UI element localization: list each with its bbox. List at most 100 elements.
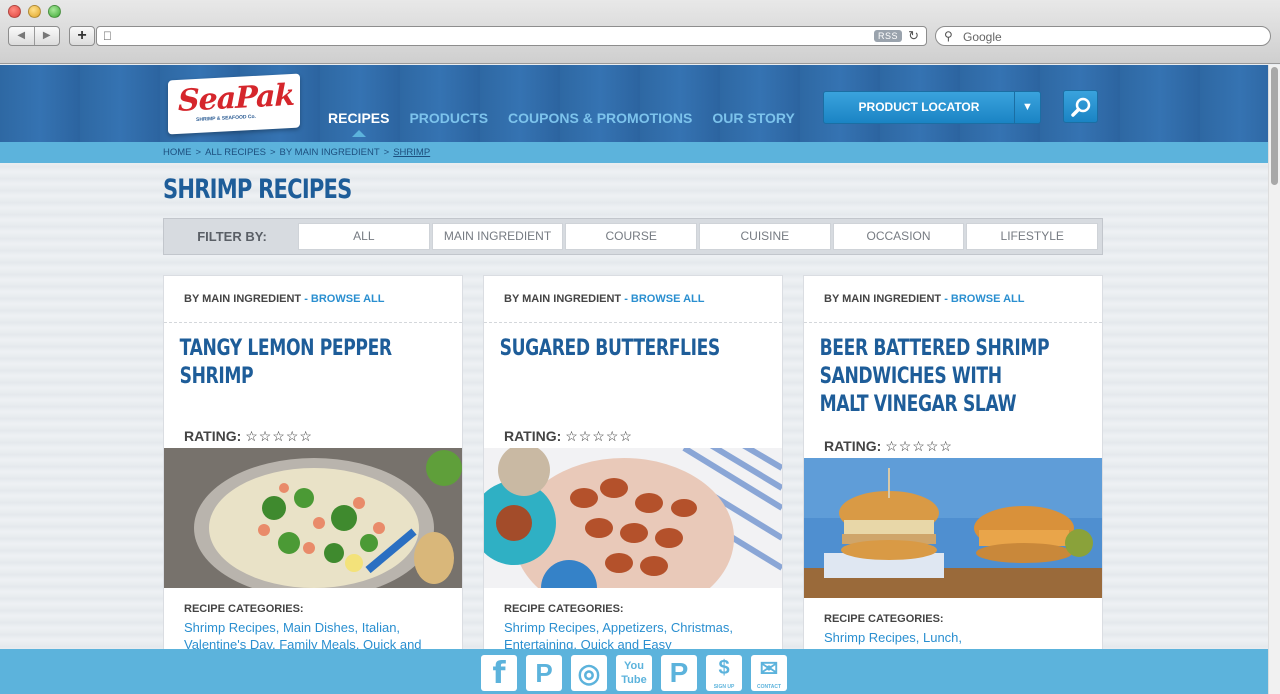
recipe-image[interactable]	[484, 448, 782, 588]
filter-cuisine[interactable]: CUISINE	[699, 223, 831, 250]
browser-search-field[interactable]: ⚲ Google	[935, 26, 1271, 46]
recipe-card: BY MAIN INGREDIENT - BROWSE ALL SUGARED …	[483, 275, 783, 694]
rating-stars[interactable]: ☆☆☆☆☆	[245, 428, 313, 444]
filter-bar: FILTER BY: ALL MAIN INGREDIENT COURSE CU…	[163, 218, 1103, 255]
recipe-card: BY MAIN INGREDIENT - BROWSE ALL TANGY LE…	[163, 275, 463, 694]
browse-all-link[interactable]: - BROWSE ALL	[944, 293, 1024, 305]
filter-label: FILTER BY:	[197, 229, 267, 244]
card-category-header: BY MAIN INGREDIENT - BROWSE ALL	[484, 276, 782, 323]
signup-icon[interactable]: $ SIGN UP	[706, 655, 742, 691]
youtube-glyph: You Tube	[621, 660, 647, 686]
signup-label: SIGN UP	[713, 684, 735, 690]
rss-badge[interactable]: RSS	[873, 30, 902, 42]
social-icons: f P ◎ You Tube P $ SIGN UP ✉ CONTACT	[481, 655, 787, 691]
lemon-pepper-shrimp-photo	[164, 448, 462, 588]
add-bookmark-button[interactable]: +	[69, 26, 95, 46]
breadcrumb-shrimp[interactable]: SHRIMP	[393, 147, 430, 158]
filter-all[interactable]: ALL	[298, 223, 430, 250]
browse-all-link[interactable]: - BROWSE ALL	[304, 293, 384, 305]
categories-label: RECIPE CATEGORIES:	[184, 603, 304, 615]
rating-label: RATING:	[824, 438, 882, 454]
browser-chrome: ◀ ▶ +  RSS ↻ ⚲ Google	[0, 0, 1280, 64]
filter-occasion[interactable]: OCCASION	[832, 223, 965, 250]
search-icon: ⚲	[944, 29, 953, 43]
filter-lifestyle[interactable]: LIFESTYLE	[966, 223, 1099, 250]
vertical-scrollbar[interactable]	[1268, 65, 1280, 694]
contact-icon[interactable]: ✉ CONTACT	[751, 655, 787, 691]
nav-our-story[interactable]: OUR STORY	[702, 110, 804, 126]
breadcrumb-separator: >	[383, 147, 390, 158]
scrollbar-thumb[interactable]	[1271, 67, 1278, 185]
breadcrumb-main-ingredient[interactable]: BY MAIN INGREDIENT	[280, 147, 380, 158]
card-category: BY MAIN INGREDIENT	[824, 293, 942, 305]
close-window-button[interactable]	[8, 5, 21, 18]
p-glyph: P	[669, 657, 689, 688]
envelope-glyph: ✉	[759, 656, 779, 681]
rating-label: RATING:	[184, 428, 242, 444]
card-category-header: BY MAIN INGREDIENT - BROWSE ALL	[804, 276, 1102, 323]
pinterest-icon[interactable]: P	[526, 655, 562, 691]
breadcrumb-separator: >	[269, 147, 276, 158]
back-button[interactable]: ◀	[9, 27, 35, 45]
nav-coupons[interactable]: COUPONS & PROMOTIONS	[498, 110, 702, 126]
recipe-title[interactable]: BEER BATTERED SHRIMP SANDWICHES WITH MAL…	[804, 323, 1069, 419]
site-header: SeaPak SHRIMP & SEAFOOD Co. RECIPES PROD…	[0, 65, 1268, 142]
recipe-card: BY MAIN INGREDIENT - BROWSE ALL BEER BAT…	[803, 275, 1103, 694]
breadcrumb-separator: >	[195, 147, 202, 158]
breadcrumb-bar: HOME > ALL RECIPES > BY MAIN INGREDIENT > S…	[0, 142, 1268, 163]
card-category-header: BY MAIN INGREDIENT - BROWSE ALL	[164, 276, 462, 323]
history-nav: ◀ ▶	[8, 26, 60, 46]
window-controls	[8, 5, 61, 18]
category-links[interactable]: Shrimp Recipes, Lunch,	[824, 629, 1094, 646]
forward-button[interactable]: ▶	[35, 27, 60, 45]
chevron-down-icon[interactable]: ▼	[1014, 92, 1040, 123]
product-locator-button[interactable]: PRODUCT LOCATOR ▼	[823, 91, 1041, 124]
rating-stars[interactable]: ☆☆☆☆☆	[885, 438, 953, 454]
social-footer-bar: f P ◎ You Tube P $ SIGN UP ✉ CONTACT	[0, 649, 1268, 694]
site-search-button[interactable]	[1063, 90, 1098, 123]
nav-recipes[interactable]: RECIPES	[318, 110, 399, 137]
instagram-icon[interactable]: ◎	[571, 655, 607, 691]
page-title: SHRIMP RECIPES	[163, 174, 352, 205]
rating-label: RATING:	[504, 428, 562, 444]
categories-label: RECIPE CATEGORIES:	[504, 603, 624, 615]
contact-label: CONTACT	[756, 684, 782, 690]
recipe-rating: RATING: ☆☆☆☆☆	[824, 438, 953, 455]
pinterest-p-icon[interactable]: P	[661, 655, 697, 691]
instagram-glyph: ◎	[577, 658, 601, 688]
dollar-glyph: $	[718, 657, 730, 679]
rating-stars[interactable]: ☆☆☆☆☆	[565, 428, 633, 444]
recipe-title[interactable]: TANGY LEMON PEPPER SHRIMP	[164, 323, 429, 391]
category-links[interactable]: Shrimp Recipes, Appetizers, Christmas, E…	[504, 619, 774, 653]
card-category: BY MAIN INGREDIENT	[184, 293, 302, 305]
reload-icon[interactable]: ↻	[908, 28, 919, 44]
filter-main-ingredient[interactable]: MAIN INGREDIENT	[431, 223, 564, 250]
sugared-butterflies-photo	[484, 448, 782, 588]
youtube-icon[interactable]: You Tube	[616, 655, 652, 691]
recipe-image[interactable]	[804, 458, 1102, 598]
logo-text: SeaPak	[178, 77, 295, 119]
categories-label: RECIPE CATEGORIES:	[824, 613, 944, 625]
search-icon	[1071, 97, 1091, 117]
recipe-title[interactable]: SUGARED BUTTERFLIES	[484, 323, 749, 363]
beer-battered-shrimp-photo	[804, 458, 1102, 598]
filter-course[interactable]: COURSE	[565, 223, 698, 250]
product-locator-label: PRODUCT LOCATOR	[858, 100, 980, 114]
breadcrumb-home[interactable]: HOME	[163, 147, 192, 158]
facebook-glyph: f	[492, 656, 506, 691]
apple-icon: 	[103, 29, 112, 43]
nav-products[interactable]: PRODUCTS	[399, 110, 498, 126]
minimize-window-button[interactable]	[28, 5, 41, 18]
browse-all-link[interactable]: - BROWSE ALL	[624, 293, 704, 305]
breadcrumb: HOME > ALL RECIPES > BY MAIN INGREDIENT > S…	[163, 147, 434, 158]
facebook-icon[interactable]: f	[481, 655, 517, 691]
category-links[interactable]: Shrimp Recipes, Main Dishes, Italian, Va…	[184, 619, 454, 653]
zoom-window-button[interactable]	[48, 5, 61, 18]
search-placeholder: Google	[963, 30, 1002, 44]
recipe-image[interactable]	[164, 448, 462, 588]
seapak-logo[interactable]: SeaPak SHRIMP & SEAFOOD Co.	[168, 73, 300, 135]
card-category: BY MAIN INGREDIENT	[504, 293, 622, 305]
breadcrumb-all-recipes[interactable]: ALL RECIPES	[205, 147, 266, 158]
address-bar[interactable]:  RSS ↻	[96, 26, 927, 46]
recipe-rating: RATING: ☆☆☆☆☆	[184, 428, 313, 445]
